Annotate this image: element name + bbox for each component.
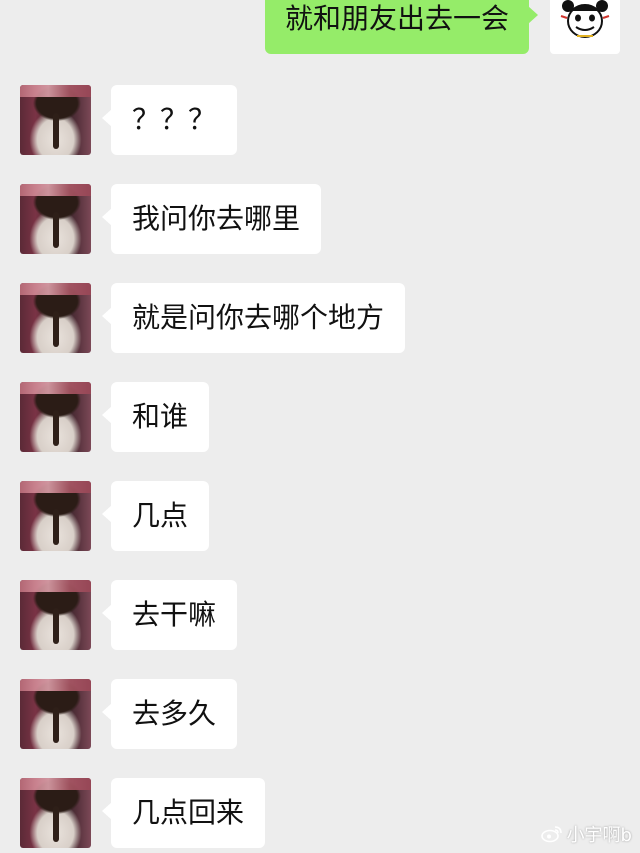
avatar-contact[interactable] xyxy=(20,85,91,155)
message-bubble-incoming[interactable]: ？？？ xyxy=(101,85,238,155)
message-row-outgoing: 就和朋友出去一会 xyxy=(0,0,640,54)
avatar-contact[interactable] xyxy=(20,184,91,254)
message-bubble-incoming[interactable]: 我问你去哪里 xyxy=(101,184,322,254)
watermark: 小宇啊b xyxy=(540,821,632,847)
message-bubble-incoming[interactable]: 和谁 xyxy=(101,382,210,452)
message-bubble-incoming[interactable]: 几点 xyxy=(101,481,210,551)
message-text: 几点 xyxy=(132,499,189,532)
weibo-icon xyxy=(540,826,562,843)
message-row-incoming: 去干嘛 xyxy=(0,580,640,650)
message-row-incoming: 和谁 xyxy=(0,382,640,452)
message-bubble-incoming[interactable]: 去多久 xyxy=(101,679,238,749)
message-text: 我问你去哪里 xyxy=(132,202,301,235)
message-bubble-incoming[interactable]: 几点回来 xyxy=(101,778,266,848)
message-text: 就是问你去哪个地方 xyxy=(132,301,385,334)
message-text: 和谁 xyxy=(132,400,189,433)
message-row-incoming: 去多久 xyxy=(0,679,640,749)
avatar-contact[interactable] xyxy=(20,382,91,452)
avatar-contact[interactable] xyxy=(20,679,91,749)
avatar-contact[interactable] xyxy=(20,283,91,353)
watermark-text: 小宇啊b xyxy=(566,825,632,846)
avatar-contact[interactable] xyxy=(20,580,91,650)
message-text: 几点回来 xyxy=(132,796,245,829)
message-text: 去多久 xyxy=(132,697,217,730)
message-row-incoming: 我问你去哪里 xyxy=(0,184,640,254)
message-row-incoming: 就是问你去哪个地方 xyxy=(0,283,640,353)
message-bubble-incoming[interactable]: 去干嘛 xyxy=(101,580,238,650)
chat-area[interactable]: 就和朋友出去一会 ？？？ 我问你去哪里 就是问你去哪个地方 和谁 几点 去干嘛 … xyxy=(0,0,640,853)
message-bubble-incoming[interactable]: 就是问你去哪个地方 xyxy=(101,283,406,353)
message-text: 就和朋友出去一会 xyxy=(284,2,509,35)
message-text: ？？？ xyxy=(132,103,217,136)
avatar-contact[interactable] xyxy=(20,778,91,848)
message-bubble-outgoing[interactable]: 就和朋友出去一会 xyxy=(264,0,539,54)
message-row-incoming: 几点 xyxy=(0,481,640,551)
message-row-incoming: ？？？ xyxy=(0,85,640,155)
avatar-contact[interactable] xyxy=(20,481,91,551)
message-text: 去干嘛 xyxy=(132,598,217,631)
avatar-self[interactable] xyxy=(550,0,620,54)
cartoon-face-icon xyxy=(560,0,610,38)
